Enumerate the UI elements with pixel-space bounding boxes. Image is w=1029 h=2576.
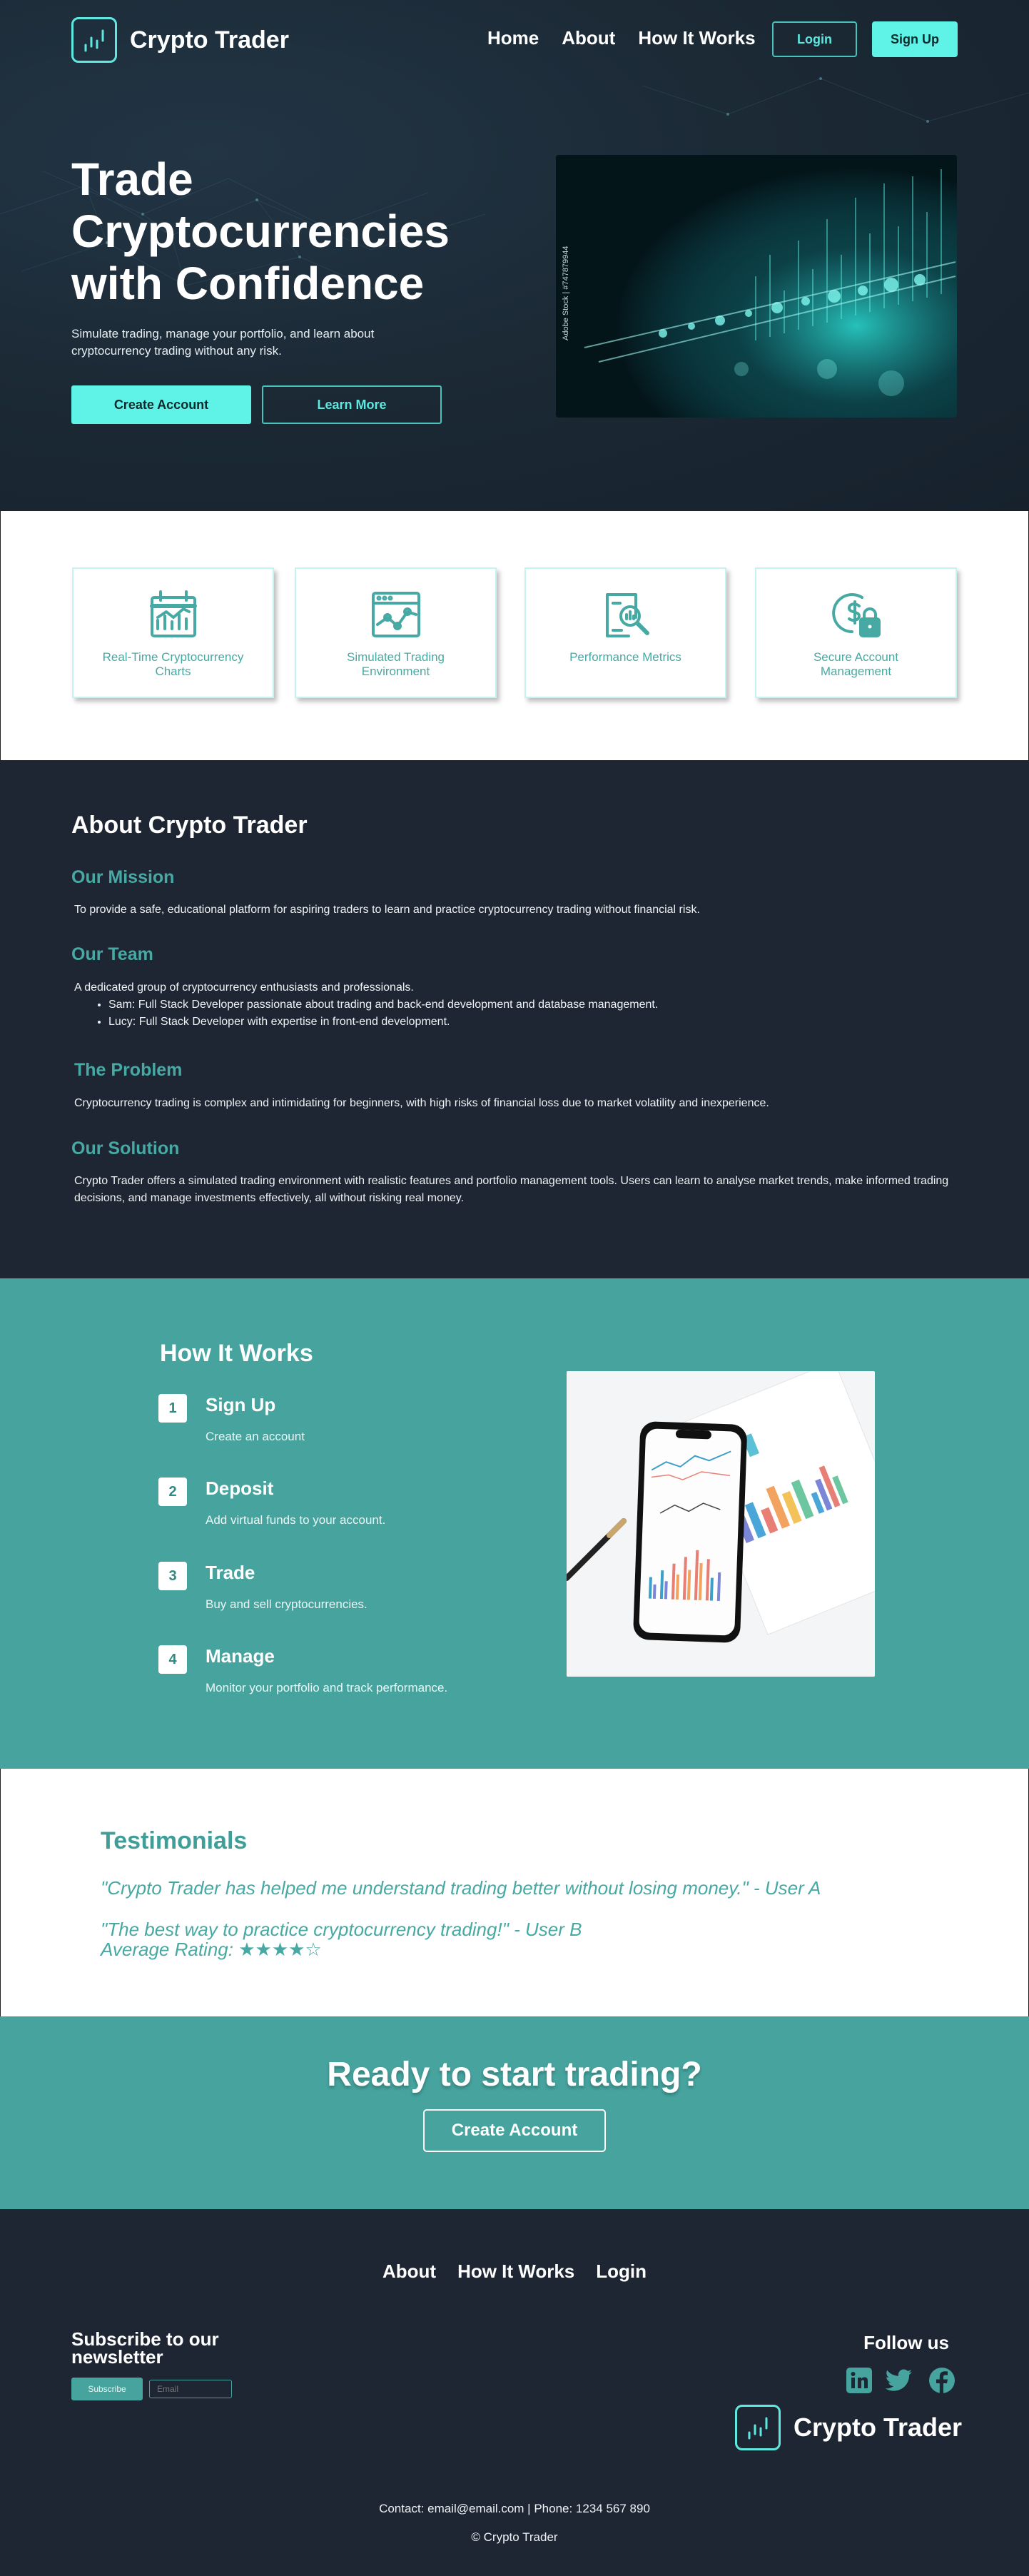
browser-chart-icon	[371, 592, 420, 637]
dollar-lock-icon	[831, 593, 881, 637]
footer-brand-name: Crypto Trader	[794, 2413, 963, 2442]
follow-title: Follow us	[863, 2332, 949, 2353]
footer: About How It Works Login Subscribe to ou…	[0, 2209, 1029, 2576]
features-section: Real-Time Cryptocurrency Charts Simulate…	[0, 511, 1029, 760]
subscribe-button[interactable]: Subscribe	[71, 2378, 143, 2400]
logo-icon	[735, 2405, 781, 2450]
testimonials-title: Testimonials	[101, 1827, 248, 1854]
feature-label: Real-Time Cryptocurrency Charts	[102, 650, 244, 678]
hero-image: Adobe Stock | #747879944	[556, 155, 957, 418]
step-desc: Buy and sell cryptocurrencies.	[206, 1597, 368, 1611]
subscribe-title: Subscribe to our newsletter	[71, 2328, 219, 2368]
testimonial-quote: "The best way to practice cryptocurrency…	[101, 1919, 582, 1940]
average-rating: Average Rating: ★★★★☆	[101, 1939, 322, 1960]
feature-card-secure[interactable]: Secure Account Management	[755, 567, 957, 698]
solution-title: Our Solution	[71, 1138, 180, 1158]
mission-text: To provide a safe, educational platform …	[74, 904, 700, 916]
brand-name[interactable]: Crypto Trader	[130, 26, 289, 54]
nav-links: Home About How It Works	[487, 27, 756, 49]
cta-create-account-button[interactable]: Create Account	[423, 2109, 606, 2152]
email-input[interactable]	[149, 2380, 232, 2398]
calendar-chart-icon	[149, 590, 197, 637]
step-title: Deposit	[206, 1478, 274, 1499]
nav-home[interactable]: Home	[487, 27, 539, 49]
footer-brand[interactable]: Crypto Trader	[735, 2405, 962, 2450]
nav-about[interactable]: About	[562, 27, 615, 49]
hero-subtitle: Simulate trading, manage your portfolio,…	[71, 327, 375, 358]
footer-link-how-it-works[interactable]: How It Works	[457, 2261, 574, 2283]
cta-title: Ready to start trading?	[327, 2056, 702, 2093]
facebook-icon[interactable]	[928, 2366, 956, 2395]
twitter-icon[interactable]	[885, 2366, 913, 2395]
hero-section: Crypto Trader Home About How It Works Lo…	[0, 0, 1029, 511]
problem-title: The Problem	[74, 1060, 183, 1080]
feature-label: Performance Metrics	[569, 650, 681, 664]
learn-more-button[interactable]: Learn More	[262, 385, 442, 424]
image-credit: Adobe Stock | #747879944	[562, 246, 570, 340]
problem-text: Cryptocurrency trading is complex and in…	[74, 1097, 769, 1109]
footer-link-login[interactable]: Login	[596, 2261, 647, 2283]
logo-icon[interactable]	[71, 17, 117, 63]
report-search-icon	[605, 593, 649, 637]
contact-info: Contact: email@email.com | Phone: 1234 5…	[379, 2502, 650, 2515]
step-desc: Monitor your portfolio and track perform…	[206, 1681, 448, 1694]
team-text: A dedicated group of cryptocurrency enth…	[74, 981, 414, 994]
team-list: Sam: Full Stack Developer passionate abo…	[108, 996, 658, 1031]
how-it-works-section: How It Works 1 Sign Up Create an account…	[0, 1278, 1029, 1769]
phone-charts-image	[567, 1371, 875, 1677]
hero-title: Trade Cryptocurrencies with Confidence	[71, 153, 450, 309]
testimonial-quote: "Crypto Trader has helped me understand …	[101, 1877, 821, 1899]
mission-title: Our Mission	[71, 867, 175, 887]
step-number: 1	[158, 1394, 187, 1423]
linkedin-icon[interactable]	[845, 2366, 873, 2395]
solution-text: Crypto Trader offers a simulated trading…	[74, 1175, 949, 1204]
team-title: Our Team	[71, 944, 153, 964]
step-desc: Create an account	[206, 1430, 305, 1443]
feature-card-charts[interactable]: Real-Time Cryptocurrency Charts	[72, 567, 274, 698]
step-number: 2	[158, 1478, 187, 1506]
footer-link-about[interactable]: About	[382, 2261, 436, 2283]
feature-card-metrics[interactable]: Performance Metrics	[524, 567, 726, 698]
how-title: How It Works	[160, 1340, 313, 1367]
about-title: About Crypto Trader	[71, 812, 308, 839]
about-section: About Crypto Trader Our Mission To provi…	[0, 760, 1029, 1278]
step-number: 3	[158, 1562, 187, 1590]
feature-card-simulated[interactable]: Simulated Trading Environment	[295, 567, 497, 698]
feature-label: Simulated Trading Environment	[346, 650, 445, 678]
nav-how-it-works[interactable]: How It Works	[638, 27, 755, 49]
team-member: Lucy: Full Stack Developer with expertis…	[108, 1014, 658, 1031]
cta-section: Ready to start trading? Create Account	[0, 2016, 1029, 2209]
footer-links: About How It Works Login	[0, 2261, 1029, 2283]
login-button[interactable]: Login	[772, 21, 857, 57]
create-account-button[interactable]: Create Account	[71, 385, 251, 424]
step-desc: Add virtual funds to your account.	[206, 1513, 386, 1527]
top-nav: Crypto Trader Home About How It Works Lo…	[71, 14, 958, 66]
step-title: Manage	[206, 1645, 275, 1667]
copyright: © Crypto Trader	[471, 2530, 558, 2544]
step-title: Sign Up	[206, 1394, 276, 1415]
step-number: 4	[158, 1645, 187, 1674]
signup-button[interactable]: Sign Up	[872, 21, 958, 57]
step-title: Trade	[206, 1562, 255, 1583]
feature-label: Secure Account Management	[813, 650, 899, 678]
team-member: Sam: Full Stack Developer passionate abo…	[108, 996, 658, 1014]
testimonials-section: Testimonials "Crypto Trader has helped m…	[0, 1769, 1029, 2016]
